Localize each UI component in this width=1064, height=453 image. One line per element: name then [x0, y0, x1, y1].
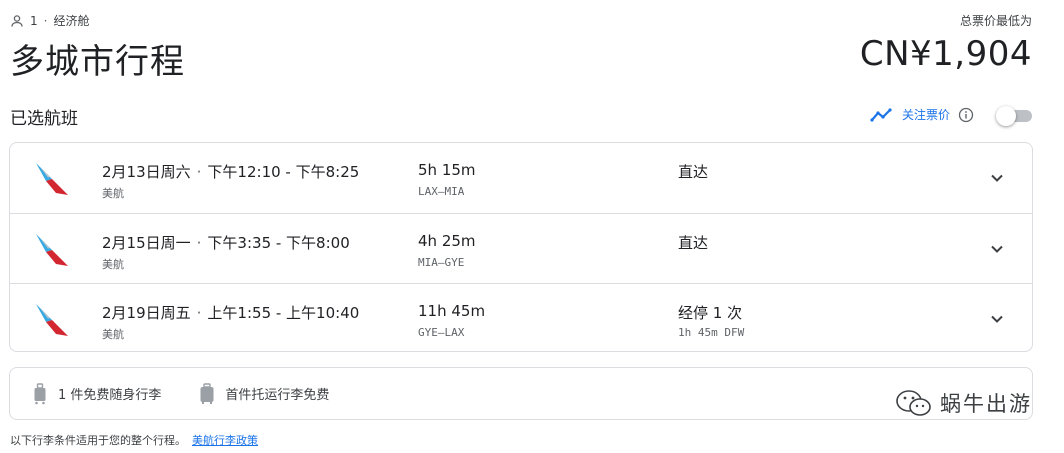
- flight-time: 下午12:10 - 下午8:25: [207, 163, 360, 181]
- flight-stops: 直达: [678, 234, 709, 252]
- stop-detail: 1h 45m DFW: [678, 326, 745, 339]
- track-prices-toggle[interactable]: [996, 105, 1032, 126]
- flight-date: 2月15日周一: [102, 234, 191, 252]
- baggage-footnote: 以下行李条件适用于您的整个行程。 美航行李政策: [10, 432, 258, 448]
- flight-row[interactable]: 2月13日周六 · 下午12:10 - 下午8:25 美航 5h 15m LAX–M…: [10, 143, 1032, 213]
- page-title: 多城市行程: [10, 42, 185, 82]
- price-label: 总票价最低为: [959, 14, 1032, 28]
- separator-dot: ·: [43, 13, 48, 28]
- flight-route: GYE–LAX: [418, 326, 465, 339]
- separator-dot: ·: [196, 304, 202, 322]
- flight-route: MIA–GYE: [418, 256, 465, 269]
- chevron-down-icon[interactable]: [986, 308, 1008, 330]
- baggage-info: 1 件免费随身行李 首件托运行李免费: [9, 367, 1033, 420]
- airline-name: 美航: [102, 328, 124, 341]
- passenger-selector[interactable]: 1 · 经济舱: [10, 12, 89, 29]
- flight-date: 2月13日周六: [102, 163, 191, 181]
- trend-icon: [870, 107, 892, 122]
- flight-stops: 经停 1 次: [678, 304, 743, 322]
- flight-stops: 直达: [678, 163, 709, 181]
- checked-bag-icon: [200, 382, 214, 404]
- chevron-down-icon[interactable]: [986, 238, 1008, 260]
- flight-duration: 5h 15m: [418, 161, 476, 179]
- footnote-text: 以下行李条件适用于您的整个行程。: [10, 434, 186, 447]
- person-icon: [11, 14, 23, 27]
- watermark: 蜗牛出游: [894, 388, 1032, 418]
- flight-row[interactable]: 2月15日周一 · 下午3:35 - 下午8:00 美航 4h 25m MIA–GY…: [10, 213, 1032, 284]
- flight-date: 2月19日周五: [102, 304, 191, 322]
- passenger-count: 1: [30, 13, 38, 28]
- flight-duration: 4h 25m: [418, 232, 476, 250]
- checked-bag: 首件托运行李免费: [199, 382, 330, 405]
- american-airlines-logo-icon: [36, 304, 68, 336]
- track-prices-label: 关注票价: [901, 108, 950, 122]
- total-price: CN¥1,904: [859, 34, 1032, 74]
- airline-name: 美航: [102, 187, 124, 200]
- american-airlines-logo-icon: [36, 163, 68, 195]
- separator-dot: ·: [196, 234, 202, 252]
- flight-route: LAX–MIA: [418, 185, 465, 198]
- watermark-text: 蜗牛出游: [940, 392, 1032, 416]
- flight-time: 下午3:35 - 下午8:00: [207, 234, 350, 252]
- airline-name: 美航: [102, 258, 124, 271]
- wechat-icon: [896, 390, 931, 416]
- info-icon[interactable]: [958, 107, 974, 123]
- carry-on-label: 1 件免费随身行李: [58, 388, 162, 403]
- checked-bag-label: 首件托运行李免费: [225, 388, 330, 403]
- carry-on-bag-icon: [34, 382, 46, 404]
- flight-duration: 11h 45m: [418, 302, 486, 320]
- flight-row[interactable]: 2月19日周五 · 上午1:55 - 上午10:40 美航 11h 45m GYE–…: [10, 283, 1032, 354]
- section-title: 已选航班: [10, 109, 78, 129]
- carry-on-bag: 1 件免费随身行李: [32, 382, 162, 405]
- flight-time: 上午1:55 - 上午10:40: [207, 304, 360, 322]
- separator-dot: ·: [196, 163, 202, 181]
- chevron-down-icon[interactable]: [986, 167, 1008, 189]
- american-airlines-logo-icon: [36, 234, 68, 266]
- flights-card: 2月13日周六 · 下午12:10 - 下午8:25 美航 5h 15m LAX–M…: [9, 142, 1033, 352]
- track-prices: 关注票价: [870, 105, 1032, 126]
- cabin-class: 经济舱: [53, 14, 90, 28]
- baggage-policy-link[interactable]: 美航行李政策: [192, 434, 258, 447]
